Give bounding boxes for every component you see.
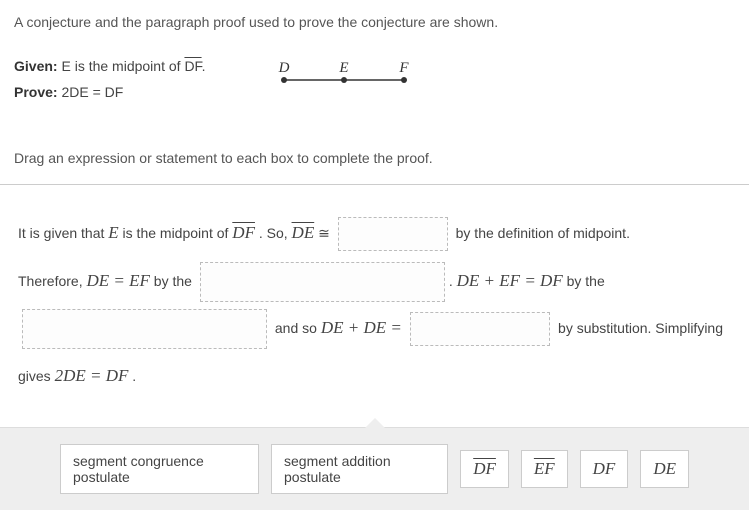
token-ef-overline[interactable]: EF — [521, 450, 568, 488]
token-df-overline-text: DF — [473, 459, 496, 478]
proof-eq2-df: DF — [540, 271, 563, 290]
prove-label: Prove: — [14, 84, 58, 100]
drop-target-2[interactable] — [200, 262, 445, 302]
token-de-text: DE — [653, 459, 676, 478]
segment-diagram: D E F — [274, 60, 414, 93]
proof-eq3-de2: DE — [363, 318, 386, 337]
drop-target-4[interactable] — [410, 312, 550, 346]
proof-t2d: by the — [563, 273, 605, 289]
proof-eq2-plus: + — [479, 271, 499, 290]
proof-t4a: gives — [18, 368, 55, 384]
proof-eq3-eq: = — [386, 318, 406, 337]
proof-t1b: E — [108, 223, 118, 242]
token-bar: segment congruence postulate segment add… — [0, 427, 749, 510]
proof-t2a: Therefore, — [18, 273, 86, 289]
proof-t1f: DE — [292, 223, 315, 242]
proof-eq2-eq: = — [520, 271, 540, 290]
proof-eq-de: DE — [86, 271, 109, 290]
diagram-label-f: F — [398, 60, 409, 76]
proof-eq3-plus: + — [344, 318, 364, 337]
given-line: Given: E is the midpoint of DF. — [14, 58, 264, 74]
given-label: Given: — [14, 58, 58, 74]
proof-t3b: by substitution. Simplifying — [554, 320, 723, 336]
proof-eq4-l: 2DE — [55, 366, 86, 385]
prove-l: 2DE — [61, 84, 88, 100]
proof-eq-eq1: = — [109, 271, 129, 290]
instructions-text: Drag an expression or statement to each … — [14, 150, 735, 166]
prove-line: Prove: 2DE = DF — [14, 84, 264, 100]
proof-t1c: is the midpoint of — [119, 225, 233, 241]
proof-t2b: by the — [150, 273, 196, 289]
prove-r: DF — [105, 84, 124, 100]
proof-t2c: . — [449, 273, 457, 289]
token-segment-addition-postulate[interactable]: segment addition postulate — [271, 444, 448, 494]
token-df[interactable]: DF — [580, 450, 629, 488]
token-segment-congruence-postulate[interactable]: segment congruence postulate — [60, 444, 259, 494]
token-ef-overline-text: EF — [534, 459, 555, 478]
proof-eq2-de: DE — [457, 271, 480, 290]
proof-t3a: and so — [271, 320, 321, 336]
token-df-text: DF — [593, 459, 616, 478]
proof-t1e: . So, — [255, 225, 292, 241]
given-var-e: E — [61, 58, 70, 74]
token-de[interactable]: DE — [640, 450, 689, 488]
proof-paragraph: It is given that E is the midpoint of DF… — [0, 184, 749, 417]
prove-eq: = — [89, 84, 105, 100]
diagram-label-e: E — [338, 60, 348, 76]
given-seg-df: DF — [184, 58, 201, 74]
drop-target-3[interactable] — [22, 309, 267, 349]
given-suffix: . — [202, 58, 206, 74]
proof-t1g: ≅ — [314, 225, 334, 241]
given-prove-row: Given: E is the midpoint of DF. Prove: 2… — [14, 58, 735, 110]
drop-target-1[interactable] — [338, 217, 448, 251]
proof-t1a: It is given that — [18, 225, 108, 241]
proof-eq-ef: EF — [129, 271, 150, 290]
given-mid: is the midpoint of — [71, 58, 185, 74]
proof-t1d: DF — [232, 223, 255, 242]
proof-eq4-m: = — [86, 366, 106, 385]
proof-eq3-de1: DE — [321, 318, 344, 337]
diagram-label-d: D — [278, 60, 290, 76]
proof-t4b: . — [128, 368, 136, 384]
proof-t1h: by the definition of midpoint. — [452, 225, 630, 241]
intro-text: A conjecture and the paragraph proof use… — [14, 14, 735, 30]
proof-eq2-ef: EF — [499, 271, 520, 290]
proof-eq4-r: DF — [106, 366, 129, 385]
token-df-overline[interactable]: DF — [460, 450, 509, 488]
